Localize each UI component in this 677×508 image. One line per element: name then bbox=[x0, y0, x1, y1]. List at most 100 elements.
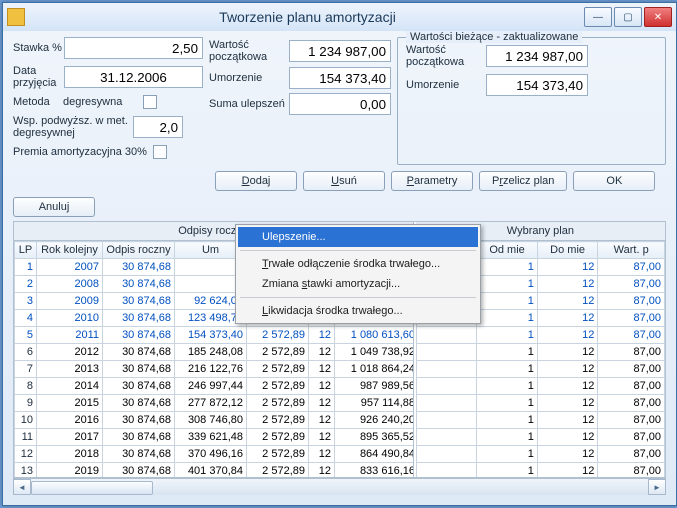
cell: 2007 bbox=[37, 259, 103, 276]
cell: 1 bbox=[477, 310, 538, 327]
col-header[interactable]: Do mie bbox=[537, 242, 598, 259]
cell: 12 bbox=[537, 310, 598, 327]
table-row[interactable]: 9201530 874,68277 872,122 572,8912957 11… bbox=[15, 395, 413, 412]
maximize-button[interactable]: ▢ bbox=[614, 7, 642, 27]
close-button[interactable]: ✕ bbox=[644, 7, 672, 27]
cell: 2 bbox=[15, 276, 37, 293]
cell: 1 bbox=[477, 378, 538, 395]
metoda-checkbox[interactable] bbox=[143, 95, 157, 109]
cell: 12 bbox=[537, 276, 598, 293]
cell: 87,00 bbox=[598, 463, 665, 478]
scroll-right-icon[interactable]: ► bbox=[648, 479, 666, 495]
content: Stawka % Data przyjęcia Metoda degresywn… bbox=[3, 31, 676, 505]
table-row[interactable]: 8201430 874,68246 997,442 572,8912987 98… bbox=[15, 378, 413, 395]
table-row[interactable]: 11287,00 bbox=[416, 395, 664, 412]
su-input[interactable] bbox=[289, 93, 391, 115]
table-row[interactable]: 11287,00 bbox=[416, 429, 664, 446]
um-input[interactable] bbox=[289, 67, 391, 89]
cell: 2 572,89 bbox=[247, 395, 309, 412]
metoda-label: Metoda bbox=[13, 96, 63, 108]
table-row[interactable]: 11287,00 bbox=[416, 378, 664, 395]
cell: 12 bbox=[309, 361, 335, 378]
table-row[interactable]: 11287,00 bbox=[416, 412, 664, 429]
minimize-button[interactable]: — bbox=[584, 7, 612, 27]
col-header[interactable]: Od mie bbox=[477, 242, 538, 259]
cell: 87,00 bbox=[598, 327, 665, 344]
cell: 30 874,68 bbox=[103, 412, 175, 429]
ok-button[interactable]: OK bbox=[573, 171, 655, 191]
cell: 12 bbox=[309, 463, 335, 478]
col-header[interactable]: Rok kolejny bbox=[37, 242, 103, 259]
cell: 1 bbox=[477, 259, 538, 276]
ctx-ulepszenie[interactable]: Ulepszenie... bbox=[238, 227, 478, 247]
data-input[interactable] bbox=[64, 66, 203, 88]
usun-button[interactable]: Usuń bbox=[303, 171, 385, 191]
table-row[interactable]: 11287,00 bbox=[416, 327, 664, 344]
table-row[interactable]: 10201630 874,68308 746,802 572,8912926 2… bbox=[15, 412, 413, 429]
r-um-input[interactable] bbox=[486, 74, 588, 96]
wp-label: Wartość początkowa bbox=[209, 39, 289, 63]
scroll-track[interactable] bbox=[31, 480, 648, 494]
cell: 185 248,08 bbox=[175, 344, 247, 361]
r-wp-input[interactable] bbox=[486, 45, 588, 67]
cell bbox=[416, 412, 477, 429]
cell: 1 bbox=[477, 412, 538, 429]
cell: 2 572,89 bbox=[247, 361, 309, 378]
r-wp-label: Wartość początkowa bbox=[406, 44, 486, 68]
panel-mid: Wartość początkowa Umorzenie Suma ulepsz… bbox=[209, 37, 391, 165]
cell: 1 bbox=[477, 446, 538, 463]
wp-input[interactable] bbox=[289, 40, 391, 62]
cell: 2017 bbox=[37, 429, 103, 446]
cell: 2018 bbox=[37, 446, 103, 463]
dodaj-button[interactable]: Dodaj bbox=[215, 171, 297, 191]
cell: 11 bbox=[15, 429, 37, 446]
table-row[interactable]: 11287,00 bbox=[416, 361, 664, 378]
col-header[interactable]: Wart. p bbox=[598, 242, 665, 259]
table-row[interactable]: 6201230 874,68185 248,082 572,89121 049 … bbox=[15, 344, 413, 361]
table-row[interactable]: 11287,00 bbox=[416, 344, 664, 361]
cell: 87,00 bbox=[598, 344, 665, 361]
wsp-input[interactable] bbox=[133, 116, 183, 138]
ctx-trwale[interactable]: Trwałe odłączenie środka trwałego... bbox=[238, 254, 478, 274]
cell: 87,00 bbox=[598, 276, 665, 293]
stawka-input[interactable] bbox=[64, 37, 203, 59]
cell: 12 bbox=[537, 463, 598, 478]
scrollbar-h[interactable]: ◄ ► bbox=[13, 478, 666, 495]
table-row[interactable]: 7201330 874,68216 122,762 572,89121 018 … bbox=[15, 361, 413, 378]
premia-checkbox[interactable] bbox=[153, 145, 167, 159]
cell: 30 874,68 bbox=[103, 361, 175, 378]
cell: 30 874,68 bbox=[103, 395, 175, 412]
cell: 30 874,68 bbox=[103, 276, 175, 293]
scroll-left-icon[interactable]: ◄ bbox=[13, 479, 31, 495]
cell: 87,00 bbox=[598, 259, 665, 276]
col-header[interactable]: Odpis roczny bbox=[103, 242, 175, 259]
cell: 12 bbox=[309, 395, 335, 412]
cell: 2013 bbox=[37, 361, 103, 378]
cell: 4 bbox=[15, 310, 37, 327]
cell: 2008 bbox=[37, 276, 103, 293]
przelicz-button[interactable]: Przelicz plan bbox=[479, 171, 567, 191]
col-header[interactable]: LP bbox=[15, 242, 37, 259]
anuluj-button[interactable]: Anuluj bbox=[13, 197, 95, 217]
table-row[interactable]: 13201930 874,68401 370,842 572,8912833 6… bbox=[15, 463, 413, 478]
cell: 833 616,16 bbox=[335, 463, 413, 478]
table-row[interactable]: 11287,00 bbox=[416, 446, 664, 463]
context-menu: Ulepszenie... Trwałe odłączenie środka t… bbox=[235, 224, 481, 324]
ctx-likwidacja[interactable]: Likwidacja środka trwałego... bbox=[238, 301, 478, 321]
parametry-button[interactable]: Parametry bbox=[391, 171, 473, 191]
cell: 12 bbox=[15, 446, 37, 463]
cell: 5 bbox=[15, 327, 37, 344]
table-row[interactable]: 12201830 874,68370 496,162 572,8912864 4… bbox=[15, 446, 413, 463]
table-row[interactable]: 11201730 874,68339 621,482 572,8912895 3… bbox=[15, 429, 413, 446]
cell: 87,00 bbox=[598, 361, 665, 378]
table-row[interactable]: 5201130 874,68154 373,402 572,89121 080 … bbox=[15, 327, 413, 344]
scroll-thumb[interactable] bbox=[31, 481, 153, 495]
table-row[interactable]: 11287,00 bbox=[416, 463, 664, 478]
cell: 87,00 bbox=[598, 446, 665, 463]
ctx-zmiana[interactable]: Zmiana stawki amortyzacji... bbox=[238, 274, 478, 294]
cell: 401 370,84 bbox=[175, 463, 247, 478]
panel-left: Stawka % Data przyjęcia Metoda degresywn… bbox=[13, 37, 203, 165]
cell: 87,00 bbox=[598, 429, 665, 446]
cell: 12 bbox=[309, 412, 335, 429]
cell: 1 bbox=[477, 327, 538, 344]
